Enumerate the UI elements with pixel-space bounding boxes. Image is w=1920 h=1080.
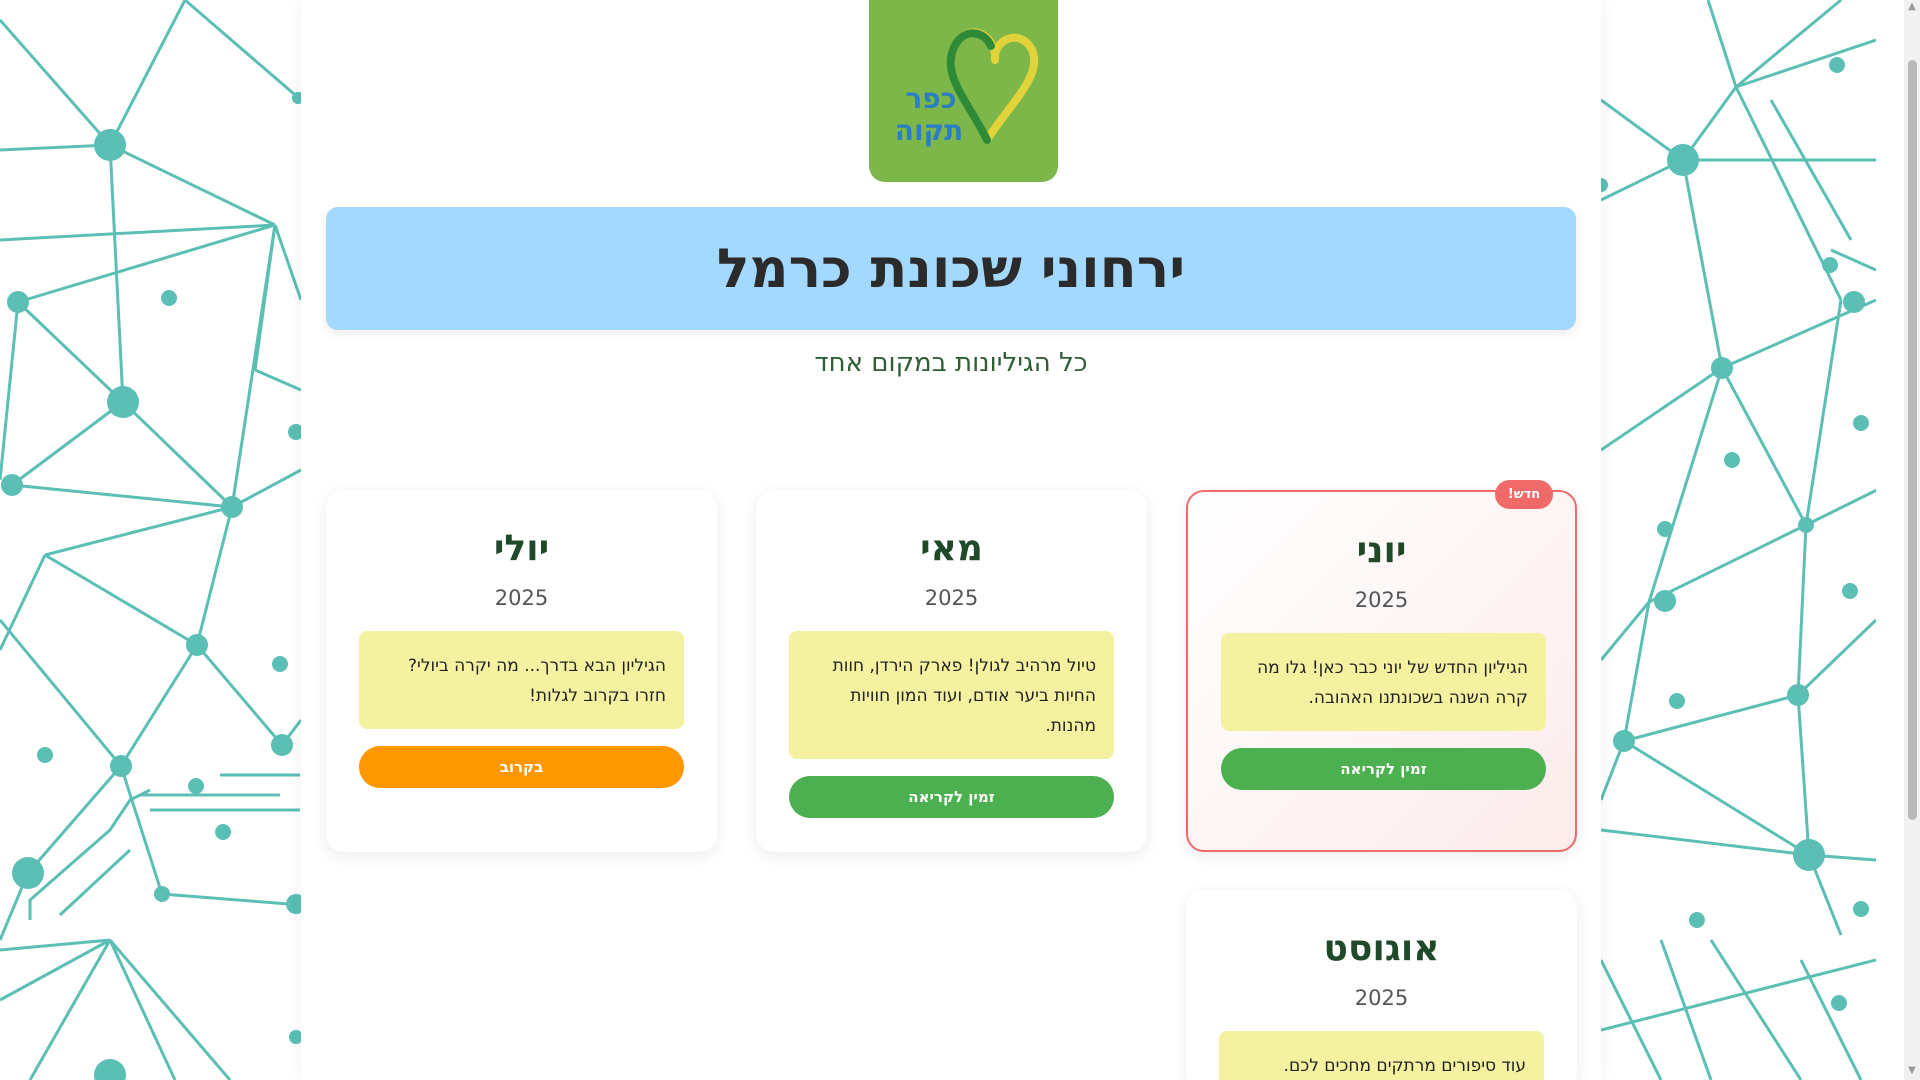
card-month-title: אוגוסט — [1323, 928, 1440, 969]
card-description: הגיליון הבא בדרך... מה יקרה ביולי? חזרו … — [359, 631, 684, 729]
card-year: 2025 — [494, 586, 549, 610]
logo: כפר תקוה — [869, 0, 1058, 182]
card-year: 2025 — [1354, 588, 1409, 612]
issue-card-june: חדש! יוני 2025 הגיליון החדש של יוני כבר … — [1186, 480, 1577, 852]
card-year: 2025 — [924, 586, 979, 610]
card-month-title: מאי — [920, 528, 983, 569]
coming-soon-button-july[interactable]: בקרוב — [359, 746, 684, 788]
network-background-right — [1601, 0, 1876, 1080]
card-year: 2025 — [1354, 986, 1409, 1010]
network-background-left — [0, 0, 301, 1080]
issue-card-august: אוגוסט 2025 עוד סיפורים מרתקים מחכים לכם… — [1186, 890, 1577, 1080]
page-title: ירחוני שכונת כרמל — [716, 237, 1186, 300]
read-button-june[interactable]: זמין לקריאה — [1221, 748, 1546, 790]
vertical-scrollbar[interactable]: ▲ ▼ — [1904, 0, 1920, 1080]
logo-text-line2: תקוה — [895, 114, 964, 147]
scrollbar-thumb[interactable] — [1908, 60, 1917, 820]
card-description: הגיליון החדש של יוני כבר כאן! גלו מה קרה… — [1221, 633, 1546, 731]
issue-card-may: מאי 2025 טיול מרהיב לגולן! פארק הירדן, ח… — [756, 490, 1147, 852]
card-month-title: יוני — [1356, 530, 1407, 571]
scroll-down-arrow-icon[interactable]: ▼ — [1907, 1066, 1917, 1076]
card-description: טיול מרהיב לגולן! פארק הירדן, חוות החיות… — [789, 631, 1114, 759]
card-description: עוד סיפורים מרתקים מחכים לכם. — [1219, 1031, 1544, 1080]
issue-card-july: יולי 2025 הגיליון הבא בדרך... מה יקרה בי… — [326, 490, 717, 852]
network-pattern-icon — [0, 0, 301, 1080]
heart-logo-icon: כפר תקוה — [895, 28, 1039, 147]
page-subtitle: כל הגיליונות במקום אחד — [814, 348, 1088, 378]
new-badge: חדש! — [1495, 480, 1553, 509]
title-banner: ירחוני שכונת כרמל — [326, 207, 1576, 330]
card-month-title: יולי — [493, 528, 550, 569]
network-pattern-icon — [1601, 0, 1876, 1080]
main-content: כפר תקוה ירחוני שכונת כרמל כל הגיליונות … — [301, 0, 1601, 1080]
logo-text-line1: כפר — [905, 82, 956, 115]
read-button-may[interactable]: זמין לקריאה — [789, 776, 1114, 818]
scroll-up-arrow-icon[interactable]: ▲ — [1907, 2, 1917, 12]
